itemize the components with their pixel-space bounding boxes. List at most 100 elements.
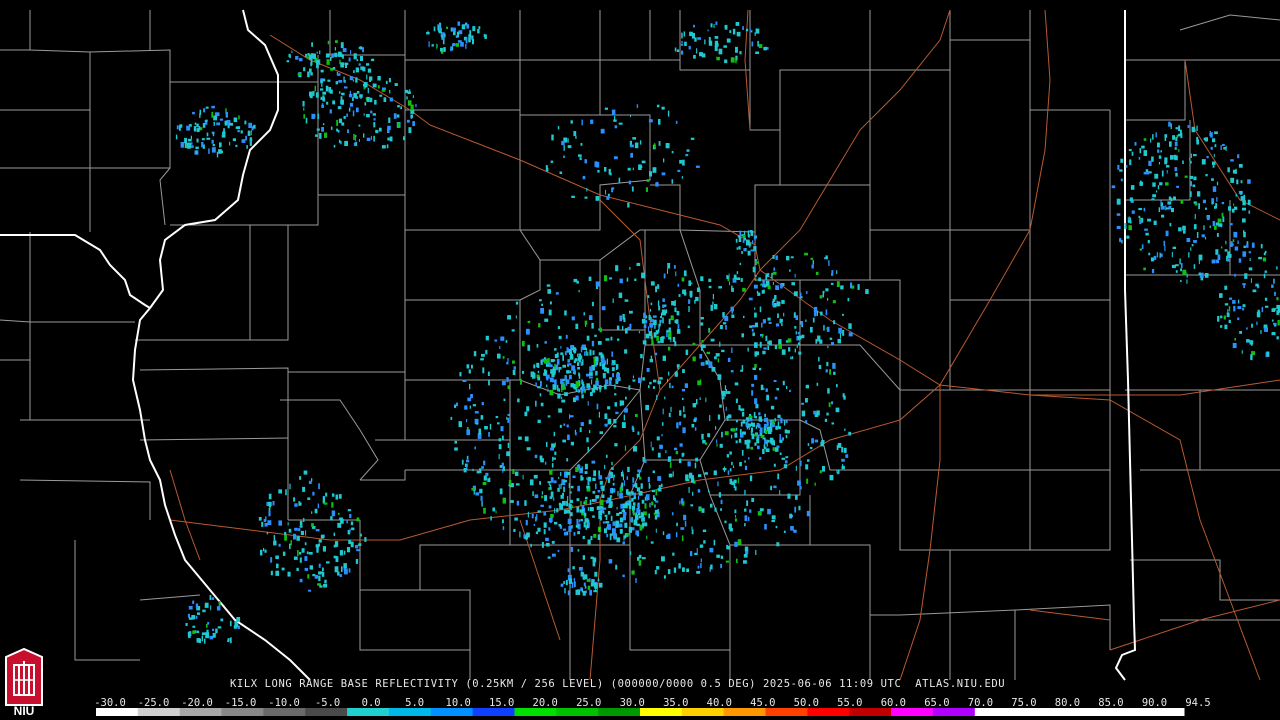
colorbar-cell (305, 708, 348, 716)
echo-speckle (641, 318, 646, 324)
echo-speckle (805, 398, 808, 403)
echo-speckle (720, 555, 724, 559)
echo-speckle (633, 519, 638, 526)
echo-speckle (779, 452, 782, 455)
echo-speckle (604, 464, 606, 470)
colorbar-cell (472, 708, 515, 716)
echo-speckle (484, 426, 488, 430)
echo-speckle (563, 486, 565, 493)
echo-speckle (690, 551, 693, 557)
echo-speckle (580, 387, 583, 390)
echo-speckle (624, 349, 628, 354)
echo-speckle (687, 461, 691, 467)
echo-speckle (725, 406, 727, 411)
echo-speckle (650, 336, 653, 339)
echo-speckle (611, 461, 613, 466)
echo-speckle (355, 544, 359, 549)
echo-speckle (289, 483, 291, 490)
echo-speckle (502, 470, 504, 473)
echo-speckle (680, 498, 684, 504)
echo-speckle (719, 404, 722, 408)
echo-speckle (734, 518, 737, 522)
echo-speckle (710, 304, 714, 311)
echo-speckle (591, 499, 595, 502)
echo-speckle (442, 36, 445, 40)
echo-speckle (188, 617, 193, 620)
echo-speckle (229, 141, 231, 146)
echo-speckle (337, 73, 341, 76)
echo-speckle (789, 513, 792, 519)
echo-speckle (348, 568, 351, 573)
echo-speckle (1214, 206, 1216, 209)
echo-speckle (1175, 127, 1179, 130)
echo-speckle (611, 363, 614, 366)
echo-speckle (428, 41, 430, 48)
echo-speckle (805, 384, 809, 389)
echo-speckle (857, 284, 860, 290)
echo-speckle (674, 265, 676, 269)
echo-speckle (590, 535, 593, 541)
echo-speckle (363, 133, 365, 138)
echo-speckle (783, 464, 788, 469)
echo-speckle (1241, 350, 1243, 354)
echo-speckle (334, 566, 339, 573)
echo-speckle (693, 419, 697, 423)
echo-speckle (773, 267, 776, 271)
echo-speckle (820, 311, 823, 316)
echo-speckle (570, 485, 574, 489)
echo-speckle (1224, 249, 1228, 252)
echo-speckle (746, 426, 748, 430)
echo-speckle (212, 132, 215, 137)
echo-speckle (641, 513, 645, 517)
echo-speckle (582, 508, 585, 512)
echo-speckle (333, 144, 336, 148)
echo-speckle (457, 21, 461, 26)
echo-speckle (502, 526, 505, 530)
echo-speckle (325, 85, 329, 92)
echo-speckle (697, 489, 701, 493)
colorbar-label: 94.5 (1185, 697, 1211, 709)
echo-speckle (1160, 205, 1165, 210)
echo-speckle (1178, 227, 1182, 232)
colorbar-label: 75.0 (1011, 697, 1037, 709)
echo-speckle (347, 129, 349, 134)
echo-speckle (648, 119, 653, 123)
echo-speckle (759, 341, 762, 348)
echo-speckle (676, 522, 678, 527)
echo-speckle (760, 384, 764, 391)
echo-speckle (797, 480, 801, 486)
echo-speckle (472, 404, 476, 407)
echo-speckle (472, 26, 476, 32)
echo-speckle (751, 324, 756, 328)
echo-speckle (310, 72, 313, 76)
echo-speckle (1220, 315, 1223, 319)
echo-speckle (558, 335, 562, 340)
echo-speckle (1258, 256, 1262, 260)
echo-speckle (718, 48, 723, 55)
echo-speckle (758, 412, 761, 416)
echo-speckle (715, 426, 717, 430)
echo-speckle (1145, 232, 1149, 236)
echo-speckle (797, 332, 801, 335)
echo-speckle (433, 26, 436, 32)
echo-speckle (717, 374, 722, 380)
echo-speckle (1206, 156, 1209, 159)
echo-speckle (580, 346, 583, 353)
echo-speckle (779, 318, 783, 323)
echo-speckle (573, 578, 575, 583)
echo-speckle (548, 483, 550, 486)
echo-speckle (772, 255, 775, 259)
echo-speckle (1229, 297, 1233, 300)
echo-speckle (349, 90, 351, 95)
echo-speckle (221, 134, 226, 138)
echo-speckle (613, 476, 615, 481)
echo-speckle (456, 31, 459, 38)
echo-speckle (548, 505, 552, 509)
echo-speckle (567, 359, 571, 363)
echo-speckle (719, 443, 723, 448)
echo-speckle (789, 269, 791, 272)
echo-speckle (685, 474, 689, 481)
echo-speckle (1205, 207, 1207, 210)
echo-speckle (1243, 245, 1246, 248)
echo-speckle (704, 39, 706, 45)
